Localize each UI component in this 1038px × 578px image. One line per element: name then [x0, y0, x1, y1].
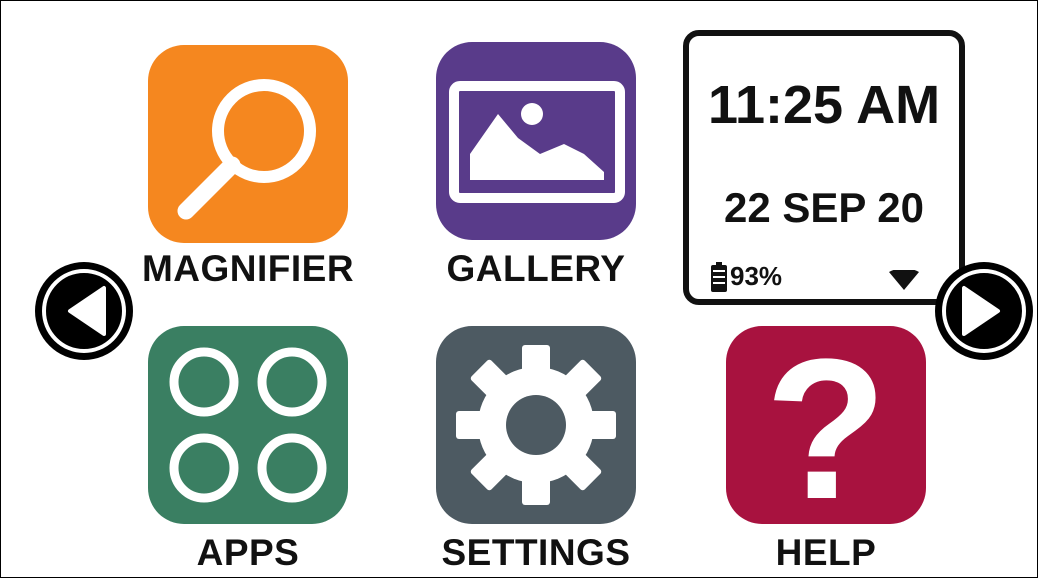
clock-time: 11:25 AM — [707, 75, 941, 135]
gallery-button[interactable] — [436, 42, 636, 240]
status-panel: 11:25 AM 22 SEP 20 93% — [683, 30, 965, 305]
svg-text:?: ? — [765, 326, 887, 524]
help-label: HELP — [775, 532, 877, 573]
magnifier-button[interactable] — [148, 45, 348, 243]
help-button[interactable]: ? — [726, 326, 926, 524]
next-page-button[interactable] — [935, 262, 1033, 360]
gear-icon — [456, 345, 616, 505]
wifi-icon — [889, 270, 919, 290]
magnifier-label: MAGNIFIER — [141, 248, 355, 289]
apps-grid-icon — [169, 347, 327, 503]
chevron-left-icon — [68, 286, 106, 336]
battery-icon — [711, 261, 727, 292]
chevron-right-icon — [962, 286, 1000, 336]
gallery-label: GALLERY — [446, 248, 626, 289]
settings-label: SETTINGS — [441, 532, 631, 573]
battery-percentage: 93% — [730, 261, 783, 291]
settings-button[interactable] — [436, 326, 636, 524]
question-icon: ? — [765, 326, 887, 524]
apps-label: APPS — [196, 532, 300, 573]
image-icon — [449, 81, 625, 203]
battery-status: 93% — [711, 261, 782, 292]
clock-date: 22 SEP 20 — [723, 184, 925, 231]
magnifier-icon — [177, 79, 316, 220]
previous-page-button[interactable] — [35, 262, 133, 360]
apps-button[interactable] — [148, 326, 348, 524]
